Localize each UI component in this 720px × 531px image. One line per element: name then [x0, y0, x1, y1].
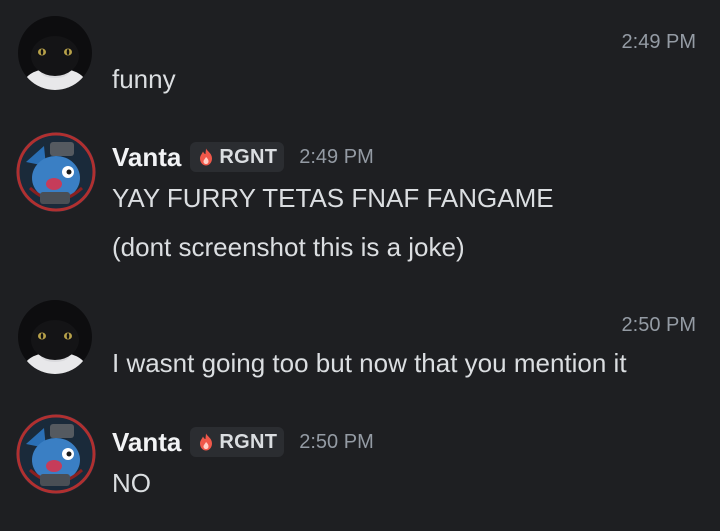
message-text: I wasnt going too but now that you menti…	[112, 348, 627, 378]
guild-tag-label: RGNT	[219, 430, 278, 453]
message-timestamp: 2:49 PM	[299, 145, 374, 168]
character-avatar-icon	[16, 132, 96, 212]
message-timestamp: 2:49 PM	[621, 31, 696, 53]
message-text: NO	[112, 468, 151, 498]
flame-icon	[196, 432, 216, 452]
message-header: Vanta RGNT 2:49 PM	[112, 140, 374, 174]
cat-avatar-icon	[18, 300, 92, 374]
message-text: funny	[112, 64, 176, 94]
message-timestamp: 2:50 PM	[621, 314, 696, 336]
message-text: YAY FURRY TETAS FNAF FANGAME	[112, 183, 554, 213]
username[interactable]: Vanta	[112, 142, 181, 173]
character-avatar-icon	[16, 414, 96, 494]
avatar[interactable]	[18, 16, 92, 90]
avatar[interactable]	[16, 414, 96, 494]
guild-tag-badge[interactable]: RGNT	[190, 142, 285, 172]
avatar[interactable]	[18, 300, 92, 374]
guild-tag-label: RGNT	[219, 145, 278, 168]
message-timestamp: 2:50 PM	[299, 430, 374, 453]
message-text: (dont screenshot this is a joke)	[112, 232, 465, 262]
cat-avatar-icon	[18, 16, 92, 90]
username[interactable]: Vanta	[112, 427, 181, 458]
guild-tag-badge[interactable]: RGNT	[190, 427, 285, 457]
avatar[interactable]	[16, 132, 96, 212]
flame-icon	[196, 147, 216, 167]
message-header: Vanta RGNT 2:50 PM	[112, 425, 374, 459]
